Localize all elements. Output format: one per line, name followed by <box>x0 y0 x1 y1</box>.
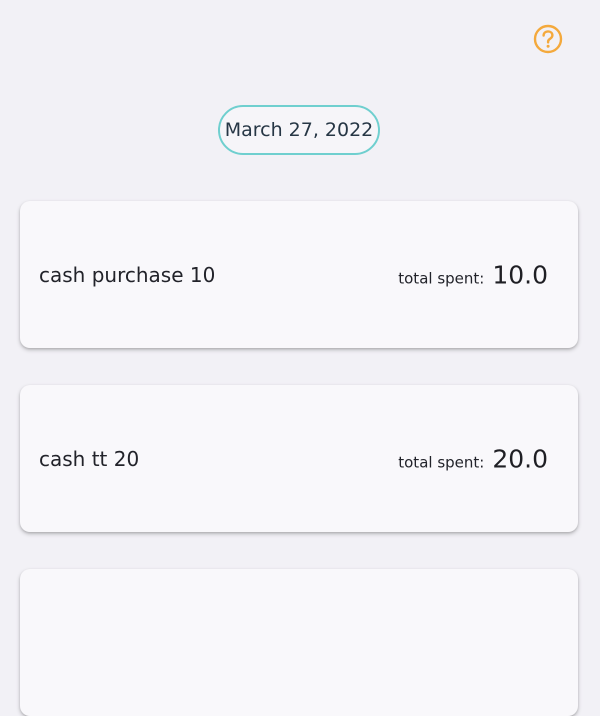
entry-name: cash purchase 10 <box>39 262 216 287</box>
entry-card[interactable]: cash purchase 10 total spent: 10.0 <box>20 201 578 348</box>
date-label: March 27, 2022 <box>224 119 374 141</box>
entry-card[interactable]: cash tt 20 total spent: 20.0 <box>20 385 578 532</box>
date-selector-button[interactable]: March 27, 2022 <box>218 105 380 155</box>
total-spent-label: total spent: <box>398 453 485 471</box>
total-spent-value: 20.0 <box>492 444 548 473</box>
question-circle-icon <box>533 24 563 54</box>
entry-card-partial[interactable] <box>20 569 578 716</box>
entry-name: cash tt 20 <box>39 446 140 471</box>
entry-total: total spent: 20.0 <box>398 444 548 473</box>
total-spent-value: 10.0 <box>492 260 548 289</box>
help-button[interactable] <box>533 24 563 54</box>
entry-total: total spent: 10.0 <box>398 260 548 289</box>
total-spent-label: total spent: <box>398 269 485 287</box>
